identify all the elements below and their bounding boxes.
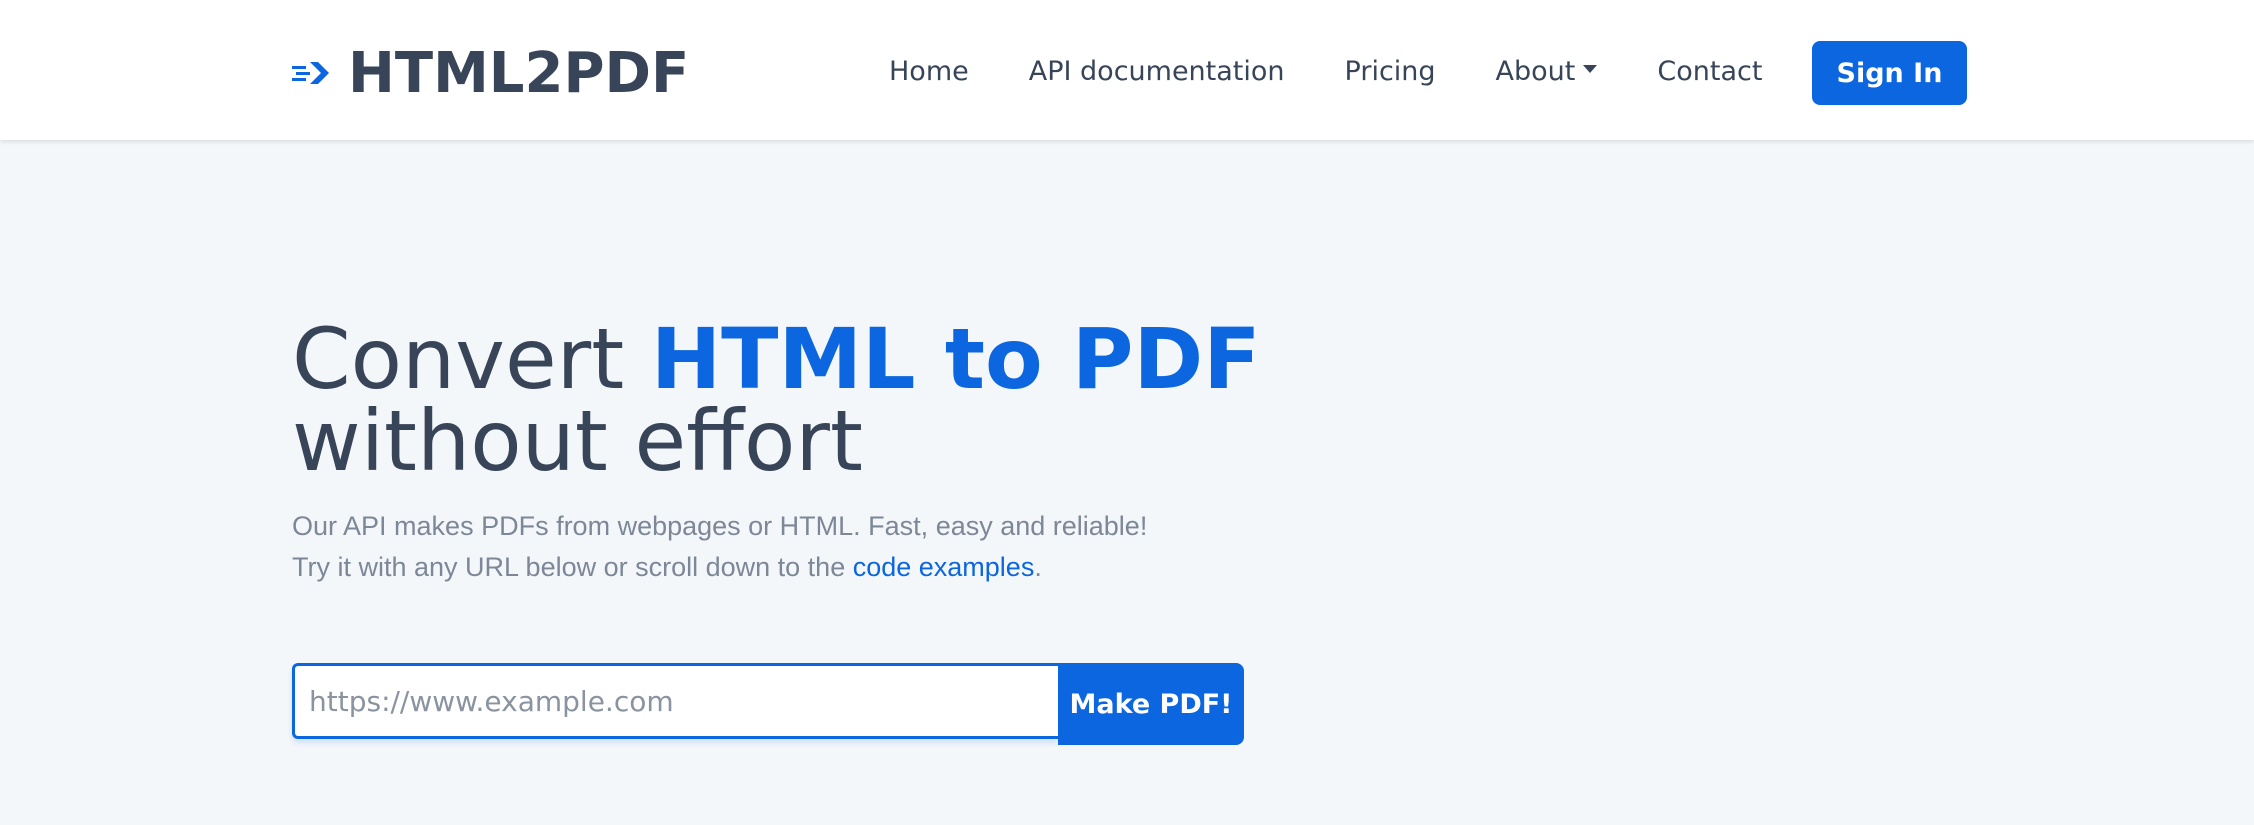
nav-pricing[interactable]: Pricing [1345,46,1436,96]
hero-description-period: . [1034,552,1042,582]
hero-title: Convert HTML to PDF without effort [292,317,1261,483]
main-nav: Home API documentation Pricing About Con… [889,46,1822,96]
speed-arrow-icon [292,62,329,84]
hero-description-line2: Try it with any URL below or scroll down… [292,552,853,582]
nav-api-documentation[interactable]: API documentation [1029,46,1285,96]
hero-description-line1: Our API makes PDFs from webpages or HTML… [292,511,1148,541]
url-form: Make PDF! [292,663,1244,745]
navbar: HTML2PDF Home API documentation Pricing … [0,0,2254,140]
nav-home[interactable]: Home [889,46,969,96]
brand-name: HTML2PDF [348,40,690,106]
nav-about-label: About [1495,55,1576,87]
sign-in-button[interactable]: Sign In [1812,41,1967,105]
nav-contact[interactable]: Contact [1657,46,1762,96]
nav-about-dropdown[interactable]: About [1496,46,1598,96]
hero-title-line2: without effort [292,392,863,490]
brand-link[interactable]: HTML2PDF [292,38,689,108]
caret-down-icon [1583,65,1598,73]
hero-description: Our API makes PDFs from webpages or HTML… [292,506,1147,588]
make-pdf-button[interactable]: Make PDF! [1058,663,1244,745]
url-input[interactable] [292,663,1058,739]
code-examples-link[interactable]: code examples [853,552,1035,582]
